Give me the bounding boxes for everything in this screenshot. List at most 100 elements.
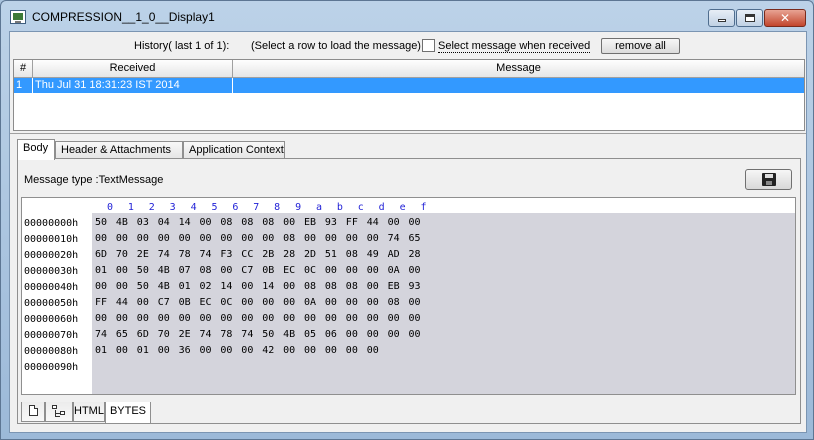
hex-byte[interactable]: 01 — [137, 345, 157, 356]
hex-byte[interactable]: 07 — [179, 265, 199, 276]
hex-byte[interactable]: 14 — [220, 281, 240, 292]
hex-byte[interactable]: 00 — [241, 297, 261, 308]
hex-byte[interactable]: 4B — [283, 329, 303, 340]
hex-byte[interactable]: 08 — [283, 233, 303, 244]
hex-byte[interactable]: 6D — [95, 249, 115, 260]
hex-byte[interactable]: 0B — [179, 297, 199, 308]
hex-byte[interactable]: 00 — [241, 345, 261, 356]
tab-header-attachments[interactable]: Header & Attachments — [55, 141, 183, 159]
hex-byte[interactable]: 65 — [409, 233, 429, 244]
hex-byte[interactable]: 00 — [179, 233, 199, 244]
hex-byte[interactable]: 70 — [116, 249, 136, 260]
select-when-received-checkbox[interactable] — [422, 39, 435, 52]
hex-byte[interactable]: 0A — [388, 265, 408, 276]
hex-byte[interactable]: 14 — [179, 217, 199, 228]
hex-byte[interactable]: 00 — [283, 345, 303, 356]
hex-byte[interactable]: 00 — [367, 233, 387, 244]
hex-byte[interactable]: 00 — [346, 265, 366, 276]
hex-byte[interactable]: 6D — [137, 329, 157, 340]
hex-byte[interactable]: 06 — [325, 329, 345, 340]
table-row[interactable]: 1 Thu Jul 31 18:31:23 IST 2014 — [14, 78, 804, 93]
hex-byte[interactable]: 00 — [283, 281, 303, 292]
hex-byte[interactable]: 08 — [346, 281, 366, 292]
hex-byte[interactable]: 00 — [346, 329, 366, 340]
hex-byte[interactable]: 08 — [325, 281, 345, 292]
hex-byte[interactable]: EC — [283, 265, 303, 276]
hex-byte[interactable]: 00 — [116, 345, 136, 356]
hex-byte[interactable]: 14 — [262, 281, 282, 292]
hex-byte[interactable]: 0C — [220, 297, 240, 308]
hex-byte[interactable]: 4B — [116, 217, 136, 228]
hex-byte[interactable]: 78 — [220, 329, 240, 340]
hex-byte[interactable]: 01 — [95, 265, 115, 276]
hex-byte[interactable]: 08 — [346, 249, 366, 260]
hex-byte[interactable]: EB — [304, 217, 324, 228]
hex-byte[interactable]: 00 — [116, 281, 136, 292]
hex-byte[interactable]: 00 — [262, 297, 282, 308]
hex-byte[interactable]: 00 — [158, 233, 178, 244]
close-button[interactable]: ✕ — [764, 9, 806, 27]
hex-byte[interactable]: 00 — [409, 265, 429, 276]
hex-byte[interactable]: 00 — [116, 313, 136, 324]
hex-byte[interactable]: 74 — [95, 329, 115, 340]
hex-byte[interactable]: 00 — [137, 313, 157, 324]
hex-byte[interactable]: 00 — [95, 313, 115, 324]
hex-byte[interactable]: 00 — [325, 297, 345, 308]
column-header-received[interactable]: Received — [33, 60, 233, 78]
hex-byte[interactable]: 00 — [304, 233, 324, 244]
hex-byte[interactable]: 70 — [158, 329, 178, 340]
hex-byte[interactable]: 00 — [367, 329, 387, 340]
hex-byte[interactable]: 00 — [367, 281, 387, 292]
remove-all-button[interactable]: remove all — [601, 38, 680, 54]
hex-byte[interactable]: 36 — [179, 345, 199, 356]
hex-byte[interactable]: 4B — [158, 265, 178, 276]
tab-body[interactable]: Body — [17, 139, 55, 160]
hex-byte[interactable]: AD — [388, 249, 408, 260]
hex-byte[interactable]: 00 — [346, 345, 366, 356]
hex-byte[interactable]: FF — [346, 217, 366, 228]
hex-byte[interactable]: FF — [95, 297, 115, 308]
hex-byte[interactable]: 00 — [367, 265, 387, 276]
hex-byte[interactable]: 00 — [158, 313, 178, 324]
hex-byte[interactable]: 50 — [137, 265, 157, 276]
hex-byte[interactable]: 00 — [346, 313, 366, 324]
hex-byte[interactable]: 2B — [262, 249, 282, 260]
hex-bytes[interactable]: 50 4B 03 04 14 00 08 08 08 00 EB 93 FF 44 00 00 00 00 00 00… — [92, 213, 795, 394]
hex-byte[interactable]: C7 — [241, 265, 261, 276]
select-when-received-label[interactable]: Select message when received — [438, 40, 591, 53]
hex-byte[interactable]: F3 — [220, 249, 240, 260]
maximize-button[interactable] — [736, 9, 763, 27]
hex-byte[interactable]: 00 — [283, 313, 303, 324]
hex-byte[interactable]: 00 — [95, 281, 115, 292]
hex-byte[interactable]: 08 — [220, 217, 240, 228]
hex-byte[interactable]: 74 — [388, 233, 408, 244]
hex-byte[interactable]: 00 — [220, 345, 240, 356]
hex-byte[interactable]: 50 — [262, 329, 282, 340]
hex-byte[interactable]: 51 — [325, 249, 345, 260]
hex-byte[interactable]: 08 — [200, 265, 220, 276]
column-header-message[interactable]: Message — [233, 60, 804, 78]
hex-byte[interactable]: 00 — [158, 345, 178, 356]
hex-byte[interactable]: 00 — [388, 329, 408, 340]
hex-byte[interactable]: 00 — [220, 233, 240, 244]
hex-byte[interactable]: 00 — [262, 233, 282, 244]
hex-byte[interactable]: 50 — [95, 217, 115, 228]
tab-html-view[interactable]: HTML — [73, 402, 105, 422]
split-divider[interactable] — [10, 133, 806, 134]
save-button[interactable] — [745, 169, 792, 190]
hex-byte[interactable]: 05 — [304, 329, 324, 340]
hex-byte[interactable]: EC — [200, 297, 220, 308]
hex-byte[interactable]: 00 — [367, 313, 387, 324]
hex-byte[interactable]: 42 — [262, 345, 282, 356]
hex-byte[interactable]: 2E — [179, 329, 199, 340]
hex-byte[interactable]: 01 — [95, 345, 115, 356]
hex-byte[interactable]: 00 — [283, 217, 303, 228]
hex-byte[interactable]: 00 — [241, 281, 261, 292]
hex-byte[interactable]: 03 — [137, 217, 157, 228]
hex-byte[interactable]: 0C — [304, 265, 324, 276]
hex-byte[interactable]: 49 — [367, 249, 387, 260]
hex-byte[interactable]: 08 — [388, 297, 408, 308]
tab-bytes-view[interactable]: BYTES — [105, 402, 151, 424]
hex-viewer[interactable]: 0123456789abcdef 00000000h 00000010h 00000… — [21, 197, 796, 395]
hex-byte[interactable]: 00 — [262, 313, 282, 324]
